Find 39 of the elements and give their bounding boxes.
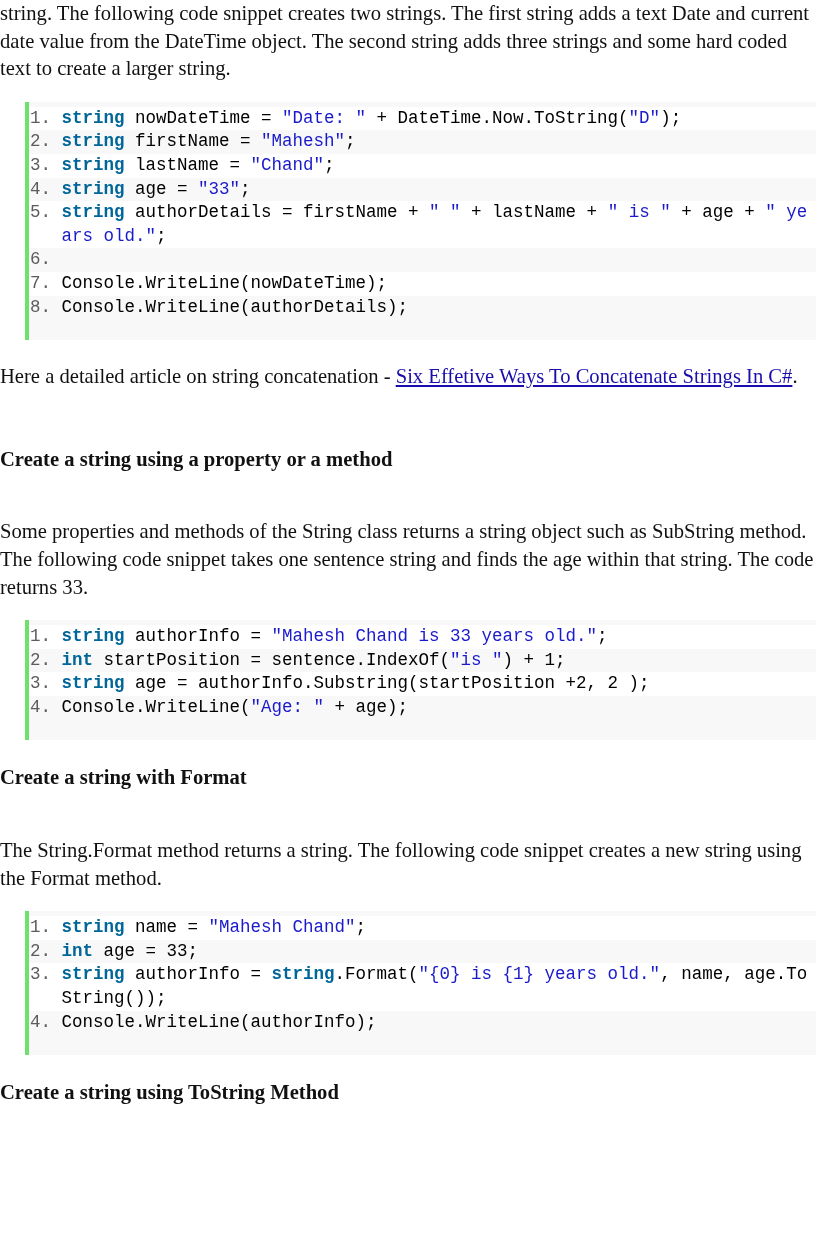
code-line: Console.WriteLine(authorDetails); (61, 295, 410, 319)
line-number: 2. (29, 130, 52, 154)
code-line: string authorInfo = string.Format("{0} is {1} years old.", name, age.ToString()); (61, 963, 809, 1011)
line-number: 5. (29, 201, 52, 225)
line-number: 2. (29, 939, 52, 963)
paragraph: string. The following code snippet creates two strings. The first string adds a text Date and current date value from the DateTime object. The second string adds three strings and some hard coded text to create a larger string. (0, 1, 811, 82)
code-line: string name = "Mahesh Chand"; (61, 916, 368, 940)
section-heading: Create a string with Format (0, 765, 248, 791)
line-number: 6. (29, 248, 52, 272)
line-number: 4. (29, 177, 52, 201)
code-line: Console.WriteLine(authorInfo); (61, 1010, 378, 1034)
paragraph: Some properties and methods of the String class returns a string object such as SubString method. The following code snippet takes one sentence string and finds the age within that string. The code returns 33. (0, 519, 815, 600)
code-line: string nowDateTime = "Date: " + DateTime.Now.ToString("D"); (61, 106, 683, 130)
line-number: 1. (29, 625, 52, 649)
code-line: string authorInfo = "Mahesh Chand is 33 years old."; (61, 625, 609, 649)
line-number: 2. (29, 648, 52, 672)
code-line: string authorDetails = firstName + " " + lastName + " is " + age + " years old."; (61, 201, 809, 248)
line-number: 3. (29, 153, 52, 177)
section-heading: Create a string using ToString Method (0, 1080, 340, 1106)
line-number: 1. (29, 916, 52, 940)
code-line: int age = 33; (61, 939, 200, 963)
code-line: Console.WriteLine(nowDateTime); (61, 271, 389, 295)
line-number: 7. (29, 271, 52, 295)
line-number: 3. (29, 672, 52, 696)
code-line: string age = "33"; (61, 177, 252, 201)
code-line: Console.WriteLine("Age: " + age); (61, 695, 410, 719)
code-line: string firstName = "Mahesh"; (61, 130, 357, 154)
code-line: int startPosition = sentence.IndexOf("is ") + 1; (61, 648, 567, 672)
line-number: 1. (29, 106, 52, 130)
line-number: 3. (29, 963, 52, 987)
line-number: 4. (29, 695, 52, 719)
code-line: string lastName = "Chand"; (61, 153, 336, 177)
code-line: string age = authorInfo.Substring(startPosition +2, 2 ); (61, 672, 651, 696)
paragraph: The String.Format method returns a string. The following code snippet creates a new string using the Format method. (0, 838, 803, 891)
line-number: 8. (29, 295, 52, 319)
article-link[interactable]: Six Effetive Ways To Concatenate Strings In C# (395, 365, 793, 388)
section-heading: Create a string using a property or a method (0, 446, 394, 473)
line-number: 4. (29, 1010, 52, 1034)
paragraph: Here a detailed article on string concatenation - Six Effetive Ways To Concatenate Strings In C#. (0, 364, 799, 390)
